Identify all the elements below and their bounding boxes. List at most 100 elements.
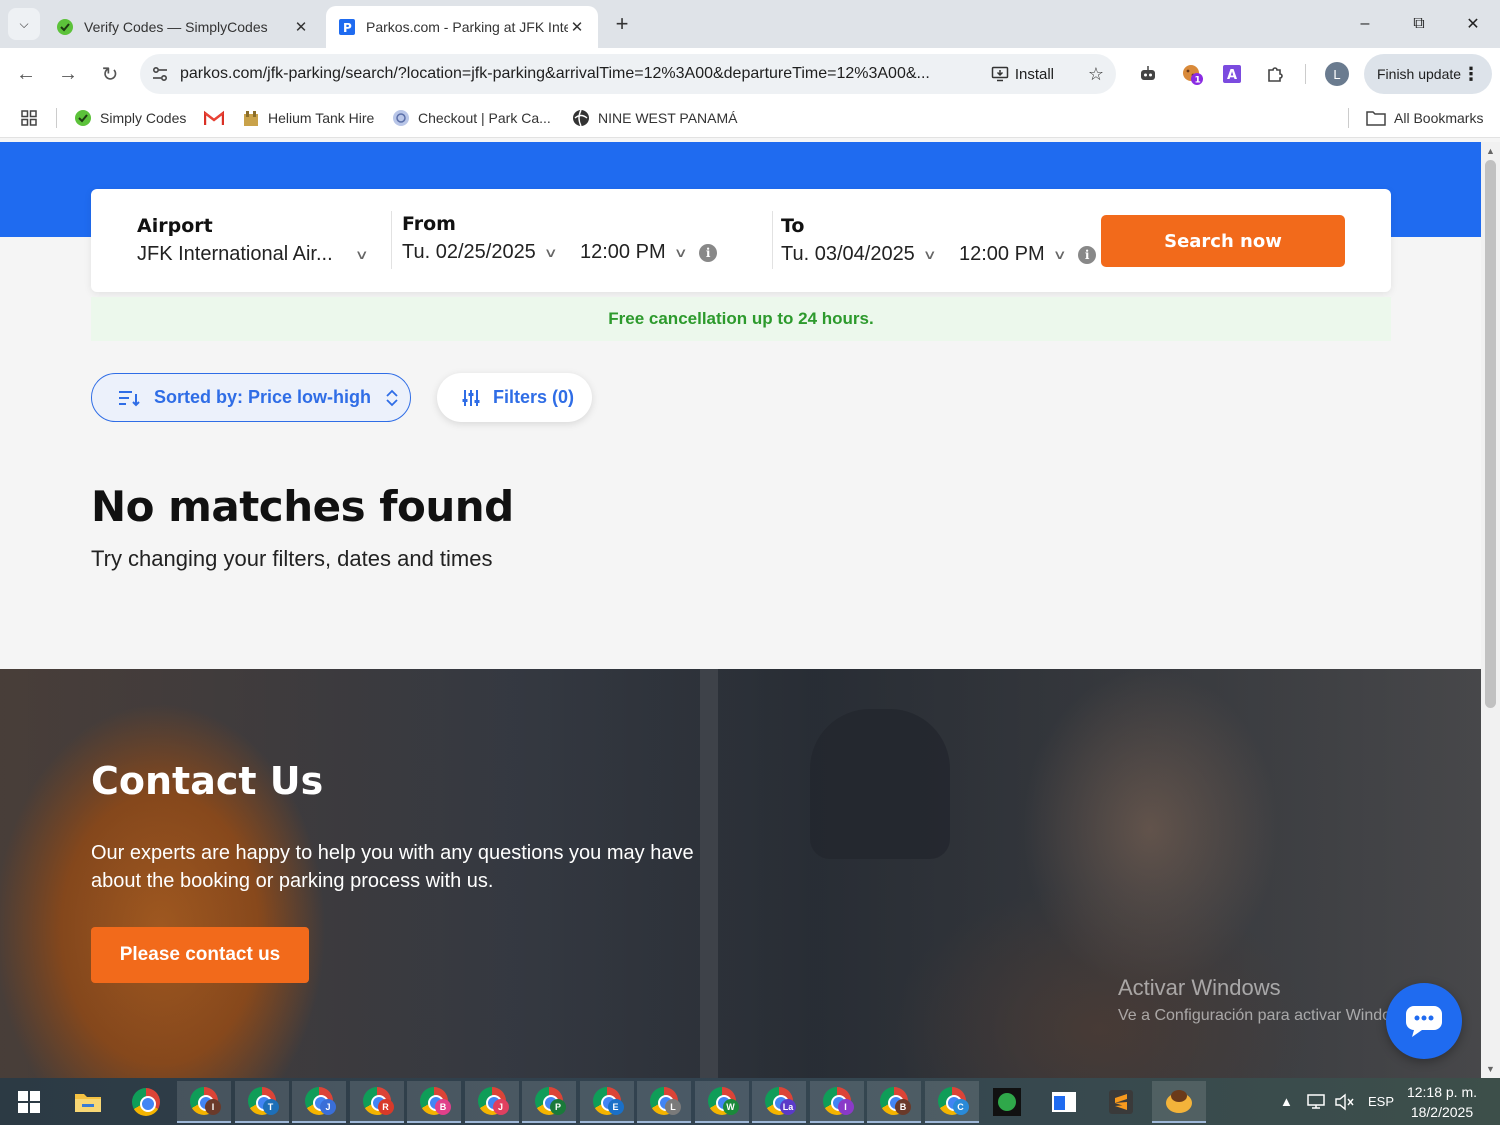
chevron-down-icon: ∨ bbox=[1052, 246, 1067, 262]
page-scrollbar[interactable]: ▲ ▼ bbox=[1481, 142, 1500, 1078]
close-tab-icon[interactable]: ✕ bbox=[292, 18, 310, 36]
new-tab-button[interactable]: + bbox=[608, 10, 636, 38]
chrome-profile-window[interactable]: L bbox=[637, 1081, 691, 1123]
tab-parkos[interactable]: P Parkos.com - Parking at JFK Inte ✕ bbox=[326, 6, 598, 48]
url-text[interactable]: parkos.com/jfk-parking/search/?location=… bbox=[180, 65, 991, 83]
chrome-profile-window[interactable]: W bbox=[694, 1081, 749, 1123]
show-hidden-icons[interactable]: ▲ bbox=[1280, 1078, 1293, 1125]
filters-button[interactable]: Filters (0) bbox=[437, 373, 592, 422]
bookmark-star-icon[interactable]: ☆ bbox=[1076, 64, 1116, 85]
apps-grid-icon[interactable] bbox=[20, 108, 38, 128]
globe-icon bbox=[393, 110, 409, 126]
search-now-button[interactable]: Search now bbox=[1101, 215, 1345, 267]
chrome-profile-window[interactable]: B bbox=[867, 1081, 921, 1123]
info-icon[interactable]: i bbox=[699, 243, 718, 262]
site-settings-icon[interactable] bbox=[140, 65, 180, 83]
sublime-text-icon[interactable] bbox=[1094, 1081, 1148, 1123]
address-bar[interactable]: parkos.com/jfk-parking/search/?location=… bbox=[140, 54, 1116, 94]
menu-dots-icon: ⋮ bbox=[1462, 63, 1480, 84]
to-time-value: 12:00 PM bbox=[959, 243, 1045, 265]
field-divider bbox=[772, 211, 773, 269]
profile-badge: B bbox=[435, 1099, 451, 1115]
extension-robot-icon[interactable] bbox=[1134, 60, 1162, 88]
info-icon[interactable]: i bbox=[1078, 245, 1097, 264]
language-indicator[interactable]: ESP bbox=[1368, 1078, 1394, 1125]
clock-time: 12:18 p. m. bbox=[1406, 1084, 1478, 1100]
chrome-profile-window[interactable]: B bbox=[407, 1081, 461, 1123]
profile-badge: La bbox=[780, 1099, 796, 1115]
network-icon[interactable] bbox=[1306, 1078, 1328, 1125]
scroll-up-arrow-icon[interactable]: ▲ bbox=[1485, 146, 1496, 156]
chrome-profile-window[interactable]: T bbox=[234, 1081, 289, 1123]
game-app-icon[interactable] bbox=[1152, 1081, 1206, 1123]
chrome-profile-window[interactable]: I bbox=[809, 1081, 864, 1123]
profile-avatar[interactable]: L bbox=[1323, 60, 1351, 88]
chrome-profile-window[interactable]: C bbox=[924, 1081, 979, 1123]
all-bookmarks-button[interactable]: All Bookmarks bbox=[1366, 108, 1483, 128]
from-time-select[interactable]: 12:00 PM ∨ i bbox=[580, 241, 718, 264]
tab-verify-codes[interactable]: Verify Codes — SimplyCodes ✕ bbox=[44, 6, 322, 48]
minimize-icon[interactable]: – bbox=[1338, 0, 1392, 48]
back-icon[interactable]: ← bbox=[12, 60, 40, 88]
windows-start-icon[interactable] bbox=[2, 1081, 56, 1123]
chrome-profile-window[interactable]: R bbox=[349, 1081, 404, 1123]
install-app-button[interactable]: Install bbox=[991, 65, 1054, 83]
windows-taskbar: I T J R B J P E L W La I B C ▲ ESP 12:18 p. m. 18/2/2… bbox=[0, 1078, 1500, 1125]
bookmark-label: Simply Codes bbox=[100, 110, 187, 126]
forward-icon[interactable]: → bbox=[54, 60, 82, 88]
file-explorer-icon[interactable] bbox=[61, 1081, 115, 1123]
extension-cookie-icon[interactable]: 1 bbox=[1178, 60, 1206, 88]
bookmark-helium-tank-hire[interactable]: Helium Tank Hire bbox=[242, 108, 374, 128]
bookmark-gmail[interactable] bbox=[204, 108, 224, 128]
to-time-select[interactable]: 12:00 PM ∨ i bbox=[959, 243, 1097, 266]
system-clock[interactable]: 12:18 p. m. 18/2/2025 bbox=[1400, 1082, 1484, 1122]
chat-button[interactable] bbox=[1386, 983, 1462, 1059]
airport-select[interactable]: JFK International Air... ∨ bbox=[137, 243, 369, 266]
tab-search-button[interactable]: ⌵ bbox=[8, 8, 40, 40]
chrome-icon[interactable] bbox=[119, 1081, 173, 1123]
green-app-icon[interactable] bbox=[980, 1081, 1034, 1123]
airport-label: Airport bbox=[137, 215, 213, 237]
chrome-profile-window[interactable]: J bbox=[464, 1081, 519, 1123]
install-icon bbox=[991, 66, 1009, 82]
please-contact-us-button[interactable]: Please contact us bbox=[91, 927, 309, 983]
bookmark-simply-codes[interactable]: Simply Codes bbox=[74, 108, 186, 128]
no-matches-title: No matches found bbox=[91, 482, 514, 531]
close-window-icon[interactable]: ✕ bbox=[1446, 0, 1500, 48]
chrome-profile-window[interactable]: P bbox=[522, 1081, 576, 1123]
extension-a-icon[interactable]: A bbox=[1218, 60, 1246, 88]
profile-badge: B bbox=[895, 1099, 911, 1115]
chrome-profile-window[interactable]: E bbox=[579, 1081, 634, 1123]
parkos-favicon-icon: P bbox=[338, 18, 356, 36]
chrome-profile-window[interactable]: I bbox=[177, 1081, 231, 1123]
from-label: From bbox=[402, 213, 456, 235]
to-date-select[interactable]: Tu. 03/04/2025 ∨ bbox=[781, 243, 937, 266]
bookmark-label: NINE WEST PANAMÁ bbox=[598, 110, 738, 126]
chat-icon bbox=[1406, 1006, 1442, 1037]
chrome-profile-window[interactable]: La bbox=[752, 1081, 806, 1123]
simplycodes-icon bbox=[75, 110, 91, 126]
profile-badge: P bbox=[550, 1099, 566, 1115]
tab-title: Verify Codes — SimplyCodes bbox=[84, 19, 268, 35]
chrome-profile-window[interactable]: J bbox=[292, 1081, 346, 1123]
helium-tank-icon bbox=[244, 111, 258, 126]
restore-icon[interactable]: ⧉ bbox=[1392, 0, 1446, 48]
finish-update-button[interactable]: Finish update ⋮ bbox=[1364, 54, 1492, 94]
reload-icon[interactable]: ↻ bbox=[96, 60, 124, 88]
bookmark-checkout-park[interactable]: Checkout | Park Ca... bbox=[392, 108, 551, 128]
svg-text:A: A bbox=[1227, 68, 1237, 83]
svg-text:P: P bbox=[343, 21, 352, 35]
close-tab-icon[interactable]: ✕ bbox=[568, 18, 586, 36]
from-date-select[interactable]: Tu. 02/25/2025 ∨ bbox=[402, 241, 558, 264]
chevron-down-icon: ∨ bbox=[922, 246, 937, 262]
profile-badge: W bbox=[722, 1099, 739, 1115]
extensions-puzzle-icon[interactable] bbox=[1261, 60, 1289, 88]
chevron-down-icon: ⌵ bbox=[19, 16, 29, 31]
volume-muted-icon[interactable] bbox=[1334, 1078, 1354, 1125]
scroll-down-arrow-icon[interactable]: ▼ bbox=[1485, 1064, 1496, 1074]
bookmark-nine-west[interactable]: NINE WEST PANAMÁ bbox=[572, 108, 738, 128]
sliders-icon bbox=[462, 389, 480, 406]
sort-button[interactable]: Sorted by: Price low-high bbox=[91, 373, 411, 422]
scrollbar-thumb[interactable] bbox=[1485, 160, 1496, 708]
window-app-icon[interactable] bbox=[1037, 1081, 1091, 1123]
